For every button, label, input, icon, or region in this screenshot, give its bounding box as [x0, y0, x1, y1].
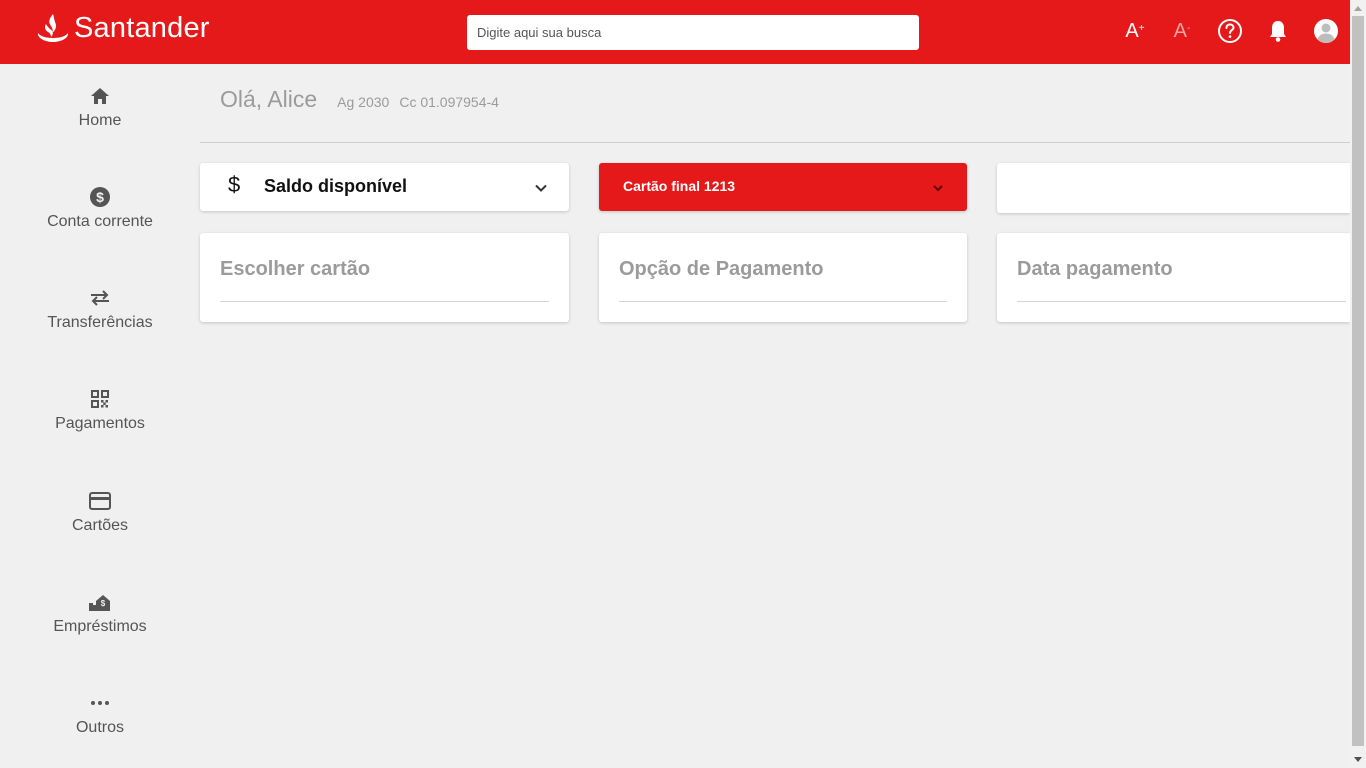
bell-icon [1270, 21, 1286, 42]
qr-code-icon [88, 387, 112, 411]
font-increase-button[interactable]: A + [1120, 16, 1150, 46]
choose-card-label: Escolher cartão [220, 258, 371, 280]
payment-date-label: Data pagamento [1017, 258, 1173, 280]
chevron-down-icon [535, 184, 547, 192]
help-icon [1218, 19, 1242, 43]
sidebar-item-emprestimos[interactable]: $ Empréstimos [0, 590, 200, 670]
empty-card [997, 163, 1350, 213]
sidebar-item-home[interactable]: Home [0, 84, 200, 164]
help-button[interactable] [1215, 16, 1245, 46]
agency-number: Ag 2030 [337, 94, 390, 110]
sidebar-item-label: Outros [75, 719, 124, 736]
choose-card-field[interactable]: Escolher cartão [200, 233, 569, 322]
sidebar-item-label: Cartões [71, 517, 129, 534]
scroll-thumb[interactable] [1352, 16, 1364, 746]
sidebar-item-label: Transferências [47, 314, 153, 331]
cartao-dropdown[interactable]: Cartão final 1213 [599, 163, 967, 211]
font-increase-label: A [1125, 19, 1139, 42]
sidebar-item-label: Conta corrente [47, 213, 153, 230]
saldo-dropdown[interactable]: $ Saldo disponível [200, 163, 569, 211]
sidebar-item-label: Empréstimos [53, 618, 147, 635]
cartao-label: Cartão final 1213 [623, 178, 736, 194]
sidebar-item-outros[interactable]: Outros [0, 691, 200, 768]
triangle-down-icon [1354, 757, 1362, 762]
field-underline [1017, 301, 1346, 302]
vertical-scrollbar[interactable] [1350, 0, 1366, 768]
brand-name: Santander [74, 12, 210, 44]
dollar-circle-icon: $ [88, 185, 112, 209]
font-decrease-label: A [1173, 19, 1187, 42]
sidebar-item-transferencias[interactable]: Transferências [0, 286, 200, 366]
account-number: Cc 01.097954-4 [399, 94, 499, 110]
triangle-up-icon [1354, 6, 1362, 11]
greeting: Olá, Alice Ag 2030 Cc 01.097954-4 [220, 86, 499, 113]
sidebar-item-pagamentos[interactable]: Pagamentos [0, 387, 200, 467]
chevron-down-icon [933, 185, 943, 192]
transfer-arrows-icon [88, 286, 112, 310]
font-decrease-sign: - [1187, 22, 1191, 34]
saldo-label: Saldo disponível [264, 176, 408, 196]
sidebar-item-conta-corrente[interactable]: $ Conta corrente [0, 185, 200, 265]
credit-card-icon [88, 489, 112, 513]
sidebar-item-label: Pagamentos [55, 415, 145, 432]
field-underline [619, 301, 947, 302]
dollar-icon: $ [228, 172, 241, 197]
search-input[interactable] [467, 15, 919, 50]
greeting-name: Olá, Alice [220, 86, 318, 112]
header-divider [200, 142, 1350, 143]
notifications-button[interactable] [1263, 16, 1293, 46]
profile-button[interactable] [1311, 16, 1341, 46]
payment-option-field[interactable]: Opção de Pagamento [599, 233, 967, 322]
font-increase-sign: + [1138, 22, 1145, 34]
svg-text:$: $ [96, 189, 104, 205]
field-underline [220, 301, 549, 302]
sidebar-item-cartoes[interactable]: Cartões [0, 489, 200, 569]
loan-icon: $ [88, 590, 112, 614]
payment-date-field[interactable]: Data pagamento [997, 233, 1350, 322]
flame-icon [37, 13, 69, 42]
home-icon [88, 84, 112, 108]
scroll-up-arrow[interactable] [1350, 0, 1366, 16]
font-decrease-button[interactable]: A- [1167, 16, 1197, 46]
payment-option-label: Opção de Pagamento [619, 258, 824, 280]
more-dots-icon [88, 691, 112, 715]
top-bar: Santander A+ A- [0, 0, 1350, 64]
santander-logo[interactable]: Santander [36, 12, 210, 45]
avatar-icon [1314, 19, 1338, 43]
scroll-down-arrow[interactable] [1350, 752, 1366, 768]
sidebar-nav: Home $ Conta corrente Transferências Pag… [0, 64, 200, 768]
sidebar-item-label: Home [78, 112, 122, 129]
